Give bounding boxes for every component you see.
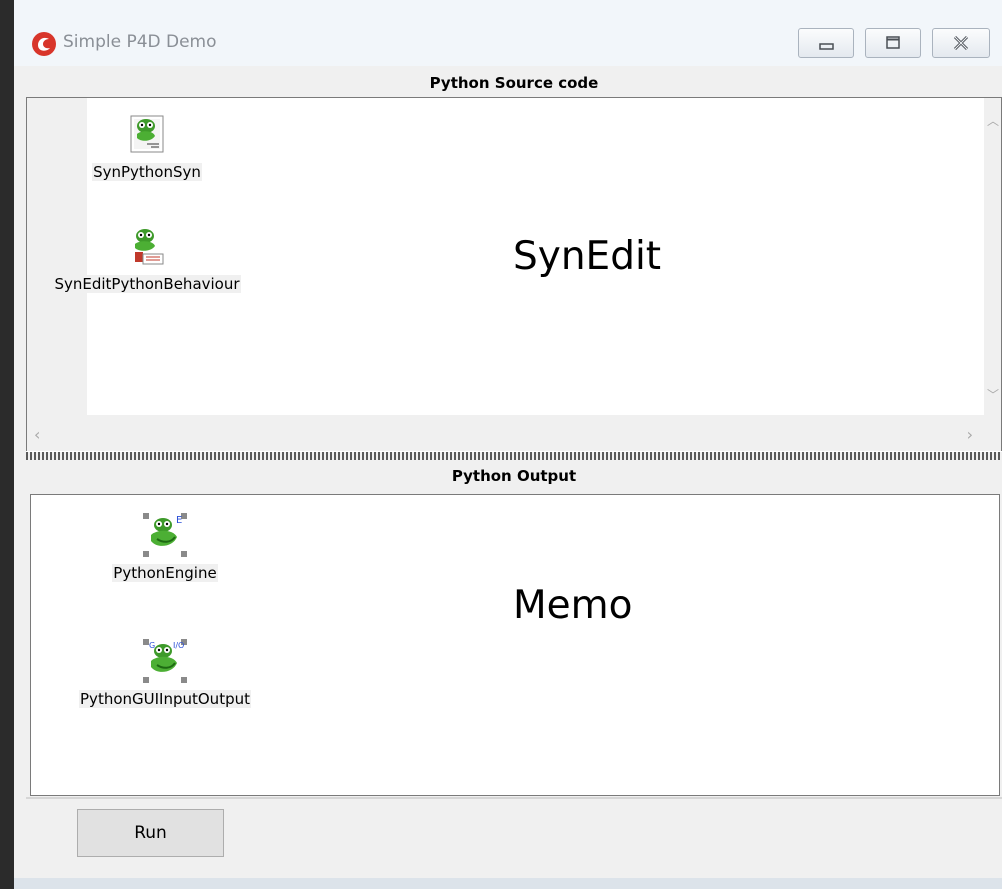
component-synpythonsyn[interactable]: SynPythonSyn xyxy=(75,112,219,181)
vertical-scrollbar[interactable]: ︿ ﹀ xyxy=(984,98,1001,416)
maximize-button[interactable] xyxy=(865,28,921,58)
minimize-button[interactable] xyxy=(798,28,854,58)
window-bottom-border xyxy=(14,878,1002,889)
client-area: Python Source code ︿ ﹀ ‹ › SynPythonSyn … xyxy=(14,66,1002,889)
app-logo-icon xyxy=(32,32,56,56)
scroll-right-icon[interactable]: › xyxy=(967,425,973,444)
svg-text:E: E xyxy=(176,515,182,526)
output-panel-title: Python Output xyxy=(26,461,1002,491)
minimize-icon xyxy=(819,43,834,50)
component-label: PythonGUIInputOutput xyxy=(79,690,251,708)
python-gui-io-icon: G I/O xyxy=(143,639,187,683)
python-engine-icon: E xyxy=(143,513,187,557)
component-label: SynPythonSyn xyxy=(92,163,202,181)
svg-text:I/O: I/O xyxy=(173,641,184,650)
divider xyxy=(26,797,1002,799)
scroll-up-icon[interactable]: ︿ xyxy=(987,112,999,129)
component-pythonguiinputoutput[interactable]: G I/O PythonGUIInputOutput xyxy=(51,639,279,708)
app-window: Simple P4D Demo Python Source code ︿ ﹀ ‹… xyxy=(14,0,1002,889)
memo-placeholder-label: Memo xyxy=(513,583,633,628)
component-label: PythonEngine xyxy=(112,564,218,582)
output-memo[interactable]: E PythonEngine G I/O PythonGUIInputOutpu… xyxy=(30,494,1000,796)
python-syntax-icon xyxy=(130,115,164,153)
editor-placeholder-label: SynEdit xyxy=(513,234,662,279)
close-icon xyxy=(953,35,969,51)
component-label: SynEditPythonBehaviour xyxy=(53,275,241,293)
svg-text:G: G xyxy=(149,641,155,650)
scroll-down-icon[interactable]: ﹀ xyxy=(987,386,999,403)
python-behaviour-icon xyxy=(135,229,164,265)
component-syneditpythonbehaviour[interactable]: SynEditPythonBehaviour xyxy=(24,224,270,293)
horizontal-scrollbar[interactable]: ‹ › xyxy=(27,415,1001,453)
close-button[interactable] xyxy=(932,28,990,58)
component-pythonengine[interactable]: E PythonEngine xyxy=(93,513,237,582)
window-title: Simple P4D Demo xyxy=(63,32,217,52)
title-bar[interactable]: Simple P4D Demo xyxy=(14,0,1002,66)
source-panel-title: Python Source code xyxy=(26,70,1002,97)
maximize-icon xyxy=(886,36,900,49)
panel-splitter[interactable] xyxy=(26,451,1002,460)
source-code-editor[interactable]: ︿ ﹀ ‹ › SynPythonSyn SynEditPythonBehavi… xyxy=(26,97,1002,454)
scroll-left-icon[interactable]: ‹ xyxy=(34,425,40,444)
desktop-background xyxy=(0,0,14,889)
run-button[interactable]: Run xyxy=(77,809,224,857)
